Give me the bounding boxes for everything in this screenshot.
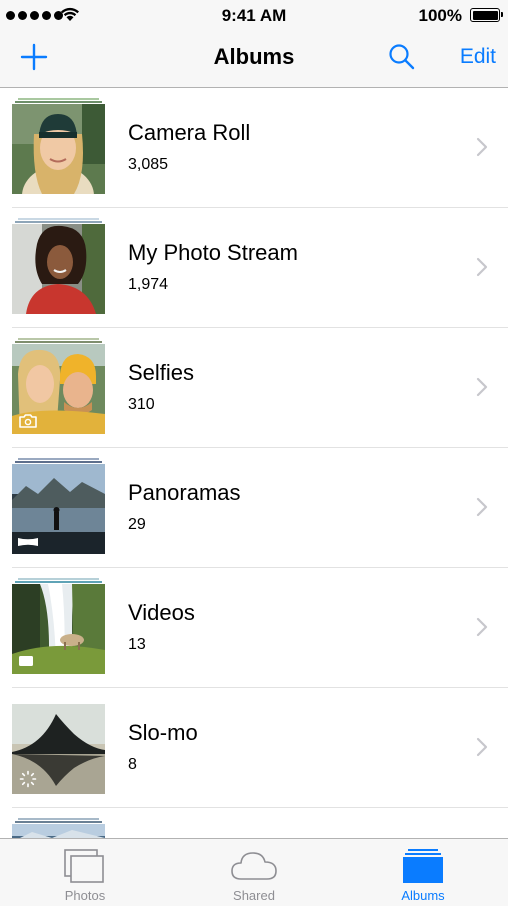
album-list: Camera Roll 3,085 My Photo Stream 1,974 … [0, 88, 508, 838]
album-row-selfies[interactable]: Selfies 310 [0, 328, 508, 448]
album-count: 3,085 [128, 156, 169, 173]
search-icon[interactable] [388, 43, 416, 71]
albums-icon [403, 849, 443, 883]
tab-label: Photos [64, 888, 106, 903]
plus-icon[interactable] [20, 43, 48, 71]
photos-icon [64, 849, 104, 883]
album-name: Videos [128, 600, 195, 625]
chevron-right-icon [476, 737, 488, 757]
chevron-right-icon [476, 617, 488, 637]
battery-percentage: 100% [418, 6, 462, 25]
album-name: Panoramas [128, 480, 241, 505]
album-count: 13 [128, 636, 146, 653]
cloud-icon [231, 852, 277, 880]
panorama-icon [18, 538, 38, 546]
album-count: 1,974 [128, 276, 169, 293]
tab-label: Albums [401, 888, 445, 903]
album-row-videos[interactable]: Videos 13 [0, 568, 508, 688]
album-name: Slo-mo [128, 720, 198, 745]
slo-mo-icon [19, 770, 37, 788]
album-thumbnail [12, 218, 105, 314]
album-thumbnail [12, 338, 105, 434]
album-row-partial[interactable] [0, 808, 508, 838]
tab-label: Shared [233, 888, 275, 903]
album-name: My Photo Stream [128, 240, 298, 265]
album-name: Selfies [128, 360, 195, 385]
album-row-camera-roll[interactable]: Camera Roll 3,085 [0, 88, 508, 208]
tab-shared[interactable]: Shared [169, 839, 339, 907]
album-thumbnail [12, 818, 105, 838]
album-name: Camera Roll [128, 120, 251, 145]
chevron-right-icon [476, 137, 488, 157]
album-row-panoramas[interactable]: Panoramas 29 [0, 448, 508, 568]
album-row-slo-mo[interactable]: Slo-mo 8 [0, 688, 508, 808]
album-count: 310 [128, 396, 155, 413]
tab-photos[interactable]: Photos [0, 839, 170, 907]
album-row-my-photo-stream[interactable]: My Photo Stream 1,974 [0, 208, 508, 328]
front-camera-icon [19, 414, 37, 428]
album-count: 8 [128, 756, 137, 773]
tab-bar: Photos Shared Albums [0, 838, 508, 906]
tab-albums[interactable]: Albums [338, 839, 508, 907]
navigation-bar: Albums Edit [0, 30, 508, 88]
chevron-right-icon [476, 377, 488, 397]
album-thumbnail [12, 98, 105, 194]
page-title: Albums [213, 44, 295, 69]
album-thumbnail [12, 698, 105, 794]
battery-icon [470, 8, 503, 22]
album-thumbnail [12, 578, 105, 674]
edit-button[interactable]: Edit [460, 45, 496, 69]
album-thumbnail [12, 458, 105, 554]
status-bar: 9:41 AM 100% [0, 0, 508, 30]
video-icon [19, 656, 33, 666]
chevron-right-icon [476, 497, 488, 517]
chevron-right-icon [476, 257, 488, 277]
album-count: 29 [128, 516, 146, 533]
